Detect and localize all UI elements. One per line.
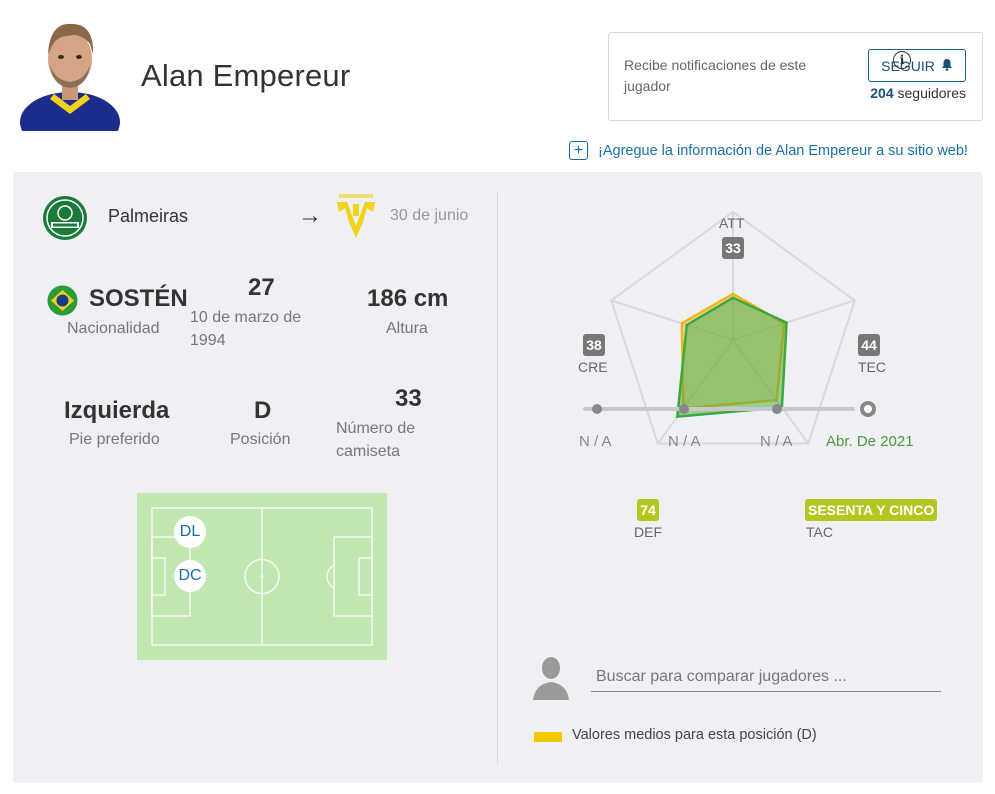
arrow-right-icon: → [298, 202, 322, 229]
notification-text: Recibe notificaciones de este jugador [624, 57, 807, 94]
follow-button[interactable]: SEGUIR [868, 49, 966, 82]
shirt-number-value: 33 [395, 385, 422, 412]
def-label: DEF [634, 524, 662, 540]
att-label: ATT [719, 215, 745, 231]
tec-badge: 44 [858, 334, 880, 356]
cre-badge: 38 [583, 334, 605, 356]
position-marker-dc: DC [174, 560, 206, 592]
shirt-number-label: Número de camiseta [336, 420, 416, 460]
timeline-label: N / A [668, 433, 701, 450]
position-label: Posición [230, 431, 291, 448]
club-name[interactable]: Palmeiras [108, 206, 188, 227]
tac-label: TAC [806, 524, 833, 540]
panel-divider [497, 192, 498, 764]
compare-search-input[interactable] [591, 662, 941, 692]
season-timeline [583, 407, 855, 411]
nationality-value: SOSTÉN [89, 285, 188, 312]
cre-label: CRE [578, 359, 608, 375]
att-badge: 33 [722, 237, 744, 259]
height-value: 186 cm [367, 285, 449, 312]
position-marker-dl: DL [174, 516, 206, 548]
bell-icon [941, 58, 953, 74]
height-label: Altura [386, 320, 428, 337]
brazil-flag-icon [47, 285, 78, 316]
nationality-label: Nacionalidad [67, 320, 160, 337]
info-icon[interactable]: i [893, 51, 911, 69]
legend-average-swatch [534, 732, 562, 742]
embed-link[interactable]: + ¡Agregue la información de Alan Empere… [569, 141, 968, 160]
timeline-point[interactable] [592, 404, 602, 414]
timeline-label: N / A [579, 433, 612, 450]
birth-date: 10 de marzo de 1994 [190, 309, 302, 349]
timeline-label: N / A [760, 433, 793, 450]
player-photo [20, 14, 120, 131]
loan-end-date: 30 de junio [390, 207, 469, 224]
position-pitch: DL DC [137, 493, 387, 660]
preferred-foot-value: Izquierda [64, 397, 170, 424]
player-name: Alan Empereur [141, 58, 351, 93]
timeline-point-active[interactable] [860, 401, 876, 417]
followers-count: 204 seguidores [870, 85, 966, 101]
legend-average-label: Valores medios para esta posición (D) [572, 727, 817, 743]
tec-label: TEC [858, 359, 886, 375]
plus-icon: + [569, 141, 588, 160]
tac-badge: SESENTA Y CINCO [805, 499, 938, 521]
position-value: D [254, 397, 272, 424]
age-value: 27 [248, 274, 275, 301]
timeline-point[interactable] [679, 404, 689, 414]
palmeiras-logo[interactable] [42, 195, 88, 241]
embed-link-label: ¡Agregue la información de Alan Empereur… [598, 142, 968, 159]
timeline-point[interactable] [772, 404, 782, 414]
notification-box: Recibe notificaciones de este jugador SE… [608, 32, 983, 121]
def-badge: 74 [637, 499, 659, 521]
verona-logo[interactable] [333, 192, 379, 242]
preferred-foot-label: Pie preferido [69, 431, 160, 448]
timeline-label-active: Abr. De 2021 [826, 433, 914, 450]
user-silhouette-icon [531, 654, 571, 702]
